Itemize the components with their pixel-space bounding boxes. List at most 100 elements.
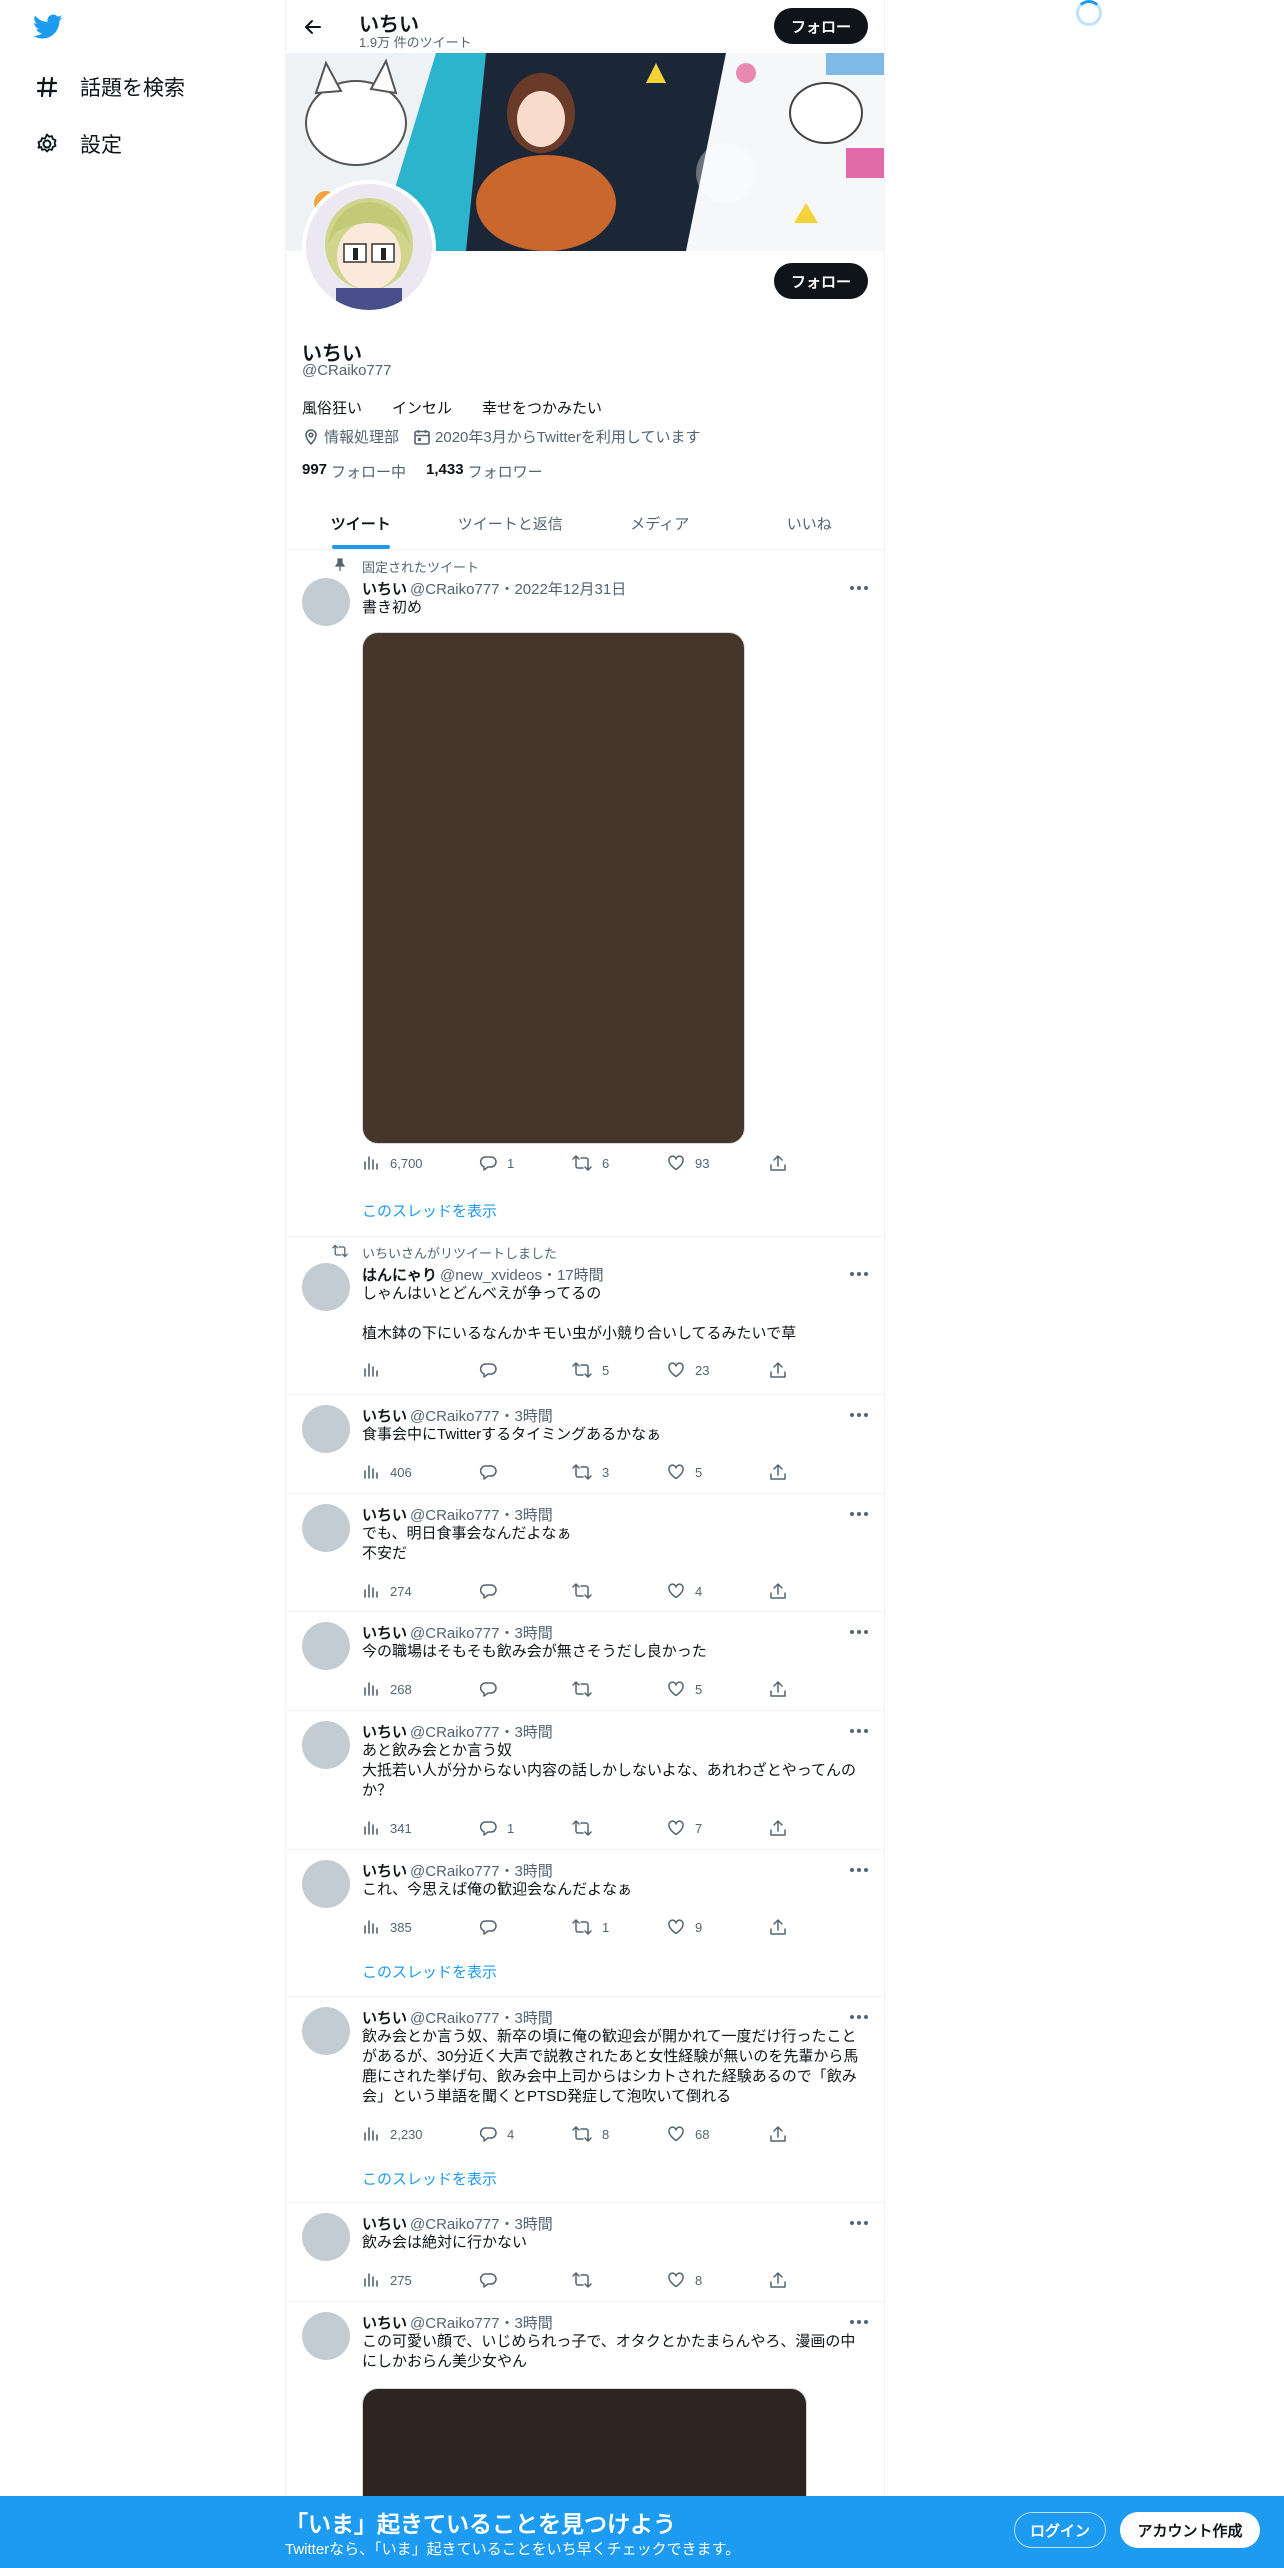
tweet-handle-time[interactable]: @new_xvideos・17時間 <box>440 1267 604 1284</box>
view-count-button[interactable]: 268 <box>362 1680 412 1698</box>
avatar[interactable] <box>302 578 350 626</box>
like-button[interactable]: 8 <box>667 2271 705 2289</box>
tweet[interactable]: いちい @CRaiko777・3時間 あと飲み会とか言う奴 大抵若い人が分からない内… <box>286 1711 884 1850</box>
tweet-author-name[interactable]: いちい <box>362 1625 407 1642</box>
tweet[interactable]: 固定されたツイート いちい @CRaiko777・2022年12月31日 書き初め 6… <box>286 551 884 1237</box>
more-options-icon[interactable] <box>848 2006 870 2028</box>
retweet-button[interactable]: 6 <box>572 1154 612 1172</box>
tweet-handle-time[interactable]: @CRaiko777・3時間 <box>410 2216 553 2233</box>
tweet[interactable]: いちいさんがリツイートしました はんにゃり @new_xvideos・17時間 しゃ… <box>286 1237 884 1395</box>
view-count-button[interactable]: 2,230 <box>362 2125 423 2143</box>
view-count-button[interactable]: 341 <box>362 1819 412 1837</box>
followers-link[interactable]: 1,433 フォロワー <box>426 461 543 482</box>
more-options-icon[interactable] <box>848 1859 870 1881</box>
tweet-handle-time[interactable]: @CRaiko777・3時間 <box>410 1863 553 1880</box>
view-count-button[interactable]: 6,700 <box>362 1154 423 1172</box>
share-button[interactable] <box>769 1582 797 1600</box>
retweet-button[interactable] <box>572 1819 612 1837</box>
signup-button[interactable]: アカウント作成 <box>1120 2512 1260 2548</box>
tweet[interactable]: いちい @CRaiko777・3時間 でも、明日食事会なんだよなぁ 不安だ 274 4 <box>286 1494 884 1612</box>
like-button[interactable]: 93 <box>667 1154 709 1172</box>
tab-tweets-replies[interactable]: ツイートと返信 <box>436 497 586 549</box>
like-button[interactable]: 23 <box>667 1361 709 1379</box>
tweet-handle-time[interactable]: @CRaiko777・3時間 <box>410 1625 553 1642</box>
tweet-handle-time[interactable]: @CRaiko777・2022年12月31日 <box>410 581 626 598</box>
tweet-handle-time[interactable]: @CRaiko777・3時間 <box>410 1408 553 1425</box>
show-thread-link[interactable]: このスレッドを表示 <box>362 1200 497 1221</box>
nav-explore[interactable]: 話題を検索 <box>34 67 185 107</box>
avatar[interactable] <box>302 1504 350 1552</box>
avatar[interactable] <box>302 2312 350 2360</box>
show-thread-link[interactable]: このスレッドを表示 <box>362 1961 497 1982</box>
more-options-icon[interactable] <box>848 2311 870 2333</box>
avatar[interactable] <box>302 1860 350 1908</box>
tweet[interactable]: いちい @CRaiko777・3時間 飲み会は絶対に行かない 275 8 <box>286 2203 884 2302</box>
tweet-handle-time[interactable]: @CRaiko777・3時間 <box>410 1724 553 1741</box>
avatar[interactable] <box>302 2213 350 2261</box>
share-button[interactable] <box>769 1463 797 1481</box>
reply-button[interactable]: 4 <box>479 2125 517 2143</box>
tweet[interactable]: いちい @CRaiko777・3時間 今の職場はそもそも飲み会が無さそうだし良かった… <box>286 1612 884 1711</box>
share-button[interactable] <box>769 1680 797 1698</box>
like-button[interactable]: 7 <box>667 1819 705 1837</box>
reply-button[interactable] <box>479 1918 517 1936</box>
tweet[interactable]: いちい @CRaiko777・3時間 飲み会とか言う奴、新卒の頃に俺の歓迎会が開かれ… <box>286 1997 884 2203</box>
more-options-icon[interactable] <box>848 1720 870 1742</box>
tweet-media-image[interactable] <box>362 632 745 1144</box>
more-options-icon[interactable] <box>848 577 870 599</box>
back-arrow-icon[interactable] <box>300 14 326 40</box>
like-button[interactable]: 68 <box>667 2125 709 2143</box>
reply-button[interactable] <box>479 1582 517 1600</box>
share-button[interactable] <box>769 1819 797 1837</box>
tweet-handle-time[interactable]: @CRaiko777・3時間 <box>410 1507 553 1524</box>
share-button[interactable] <box>769 2271 797 2289</box>
more-options-icon[interactable] <box>848 2212 870 2234</box>
like-button[interactable]: 5 <box>667 1680 705 1698</box>
tweet-author-name[interactable]: いちい <box>362 1408 407 1425</box>
header-follow-button[interactable]: フォロー <box>774 8 868 44</box>
tweet-author-name[interactable]: いちい <box>362 2010 407 2027</box>
view-count-button[interactable]: 275 <box>362 2271 412 2289</box>
avatar[interactable] <box>302 2007 350 2055</box>
reply-button[interactable]: 1 <box>479 1154 517 1172</box>
tweet[interactable]: いちい @CRaiko777・3時間 食事会中にTwitterするタイミングあるかな… <box>286 1395 884 1494</box>
tweet-handle-time[interactable]: @CRaiko777・3時間 <box>410 2010 553 2027</box>
nav-settings[interactable]: 設定 <box>34 124 122 164</box>
tweet[interactable]: いちい @CRaiko777・3時間 この可愛い顔で、いじめられっ子で、オタクとかた… <box>286 2302 884 2518</box>
like-button[interactable]: 9 <box>667 1918 705 1936</box>
share-button[interactable] <box>769 1918 797 1936</box>
tab-media[interactable]: メディア <box>585 497 735 549</box>
more-options-icon[interactable] <box>848 1263 870 1285</box>
reply-button[interactable] <box>479 1463 517 1481</box>
like-button[interactable]: 4 <box>667 1582 705 1600</box>
view-count-button[interactable] <box>362 1361 400 1379</box>
profile-follow-button[interactable]: フォロー <box>774 263 868 299</box>
reply-button[interactable] <box>479 2271 517 2289</box>
tweet-author-name[interactable]: いちい <box>362 2216 407 2233</box>
profile-avatar[interactable] <box>302 180 436 314</box>
view-count-button[interactable]: 385 <box>362 1918 412 1936</box>
tweet-author-name[interactable]: いちい <box>362 1863 407 1880</box>
avatar[interactable] <box>302 1622 350 1670</box>
view-count-button[interactable]: 274 <box>362 1582 412 1600</box>
retweet-button[interactable]: 3 <box>572 1463 612 1481</box>
reply-button[interactable] <box>479 1361 517 1379</box>
like-button[interactable]: 5 <box>667 1463 705 1481</box>
tab-likes[interactable]: いいね <box>735 497 885 549</box>
more-options-icon[interactable] <box>848 1404 870 1426</box>
retweet-button[interactable] <box>572 2271 612 2289</box>
avatar[interactable] <box>302 1405 350 1453</box>
share-button[interactable] <box>769 1154 797 1172</box>
retweet-button[interactable] <box>572 1582 612 1600</box>
retweet-button[interactable] <box>572 1680 612 1698</box>
reply-button[interactable] <box>479 1680 517 1698</box>
retweet-button[interactable]: 8 <box>572 2125 612 2143</box>
tweet-author-name[interactable]: いちい <box>362 1724 407 1741</box>
retweet-button[interactable]: 5 <box>572 1361 612 1379</box>
view-count-button[interactable]: 406 <box>362 1463 412 1481</box>
avatar[interactable] <box>302 1721 350 1769</box>
more-options-icon[interactable] <box>848 1503 870 1525</box>
avatar[interactable] <box>302 1263 350 1311</box>
tweet-author-name[interactable]: はんにゃり <box>362 1267 437 1284</box>
tweet[interactable]: いちい @CRaiko777・3時間 これ、今思えば俺の歓迎会なんだよなぁ 385 1 9… <box>286 1850 884 1997</box>
